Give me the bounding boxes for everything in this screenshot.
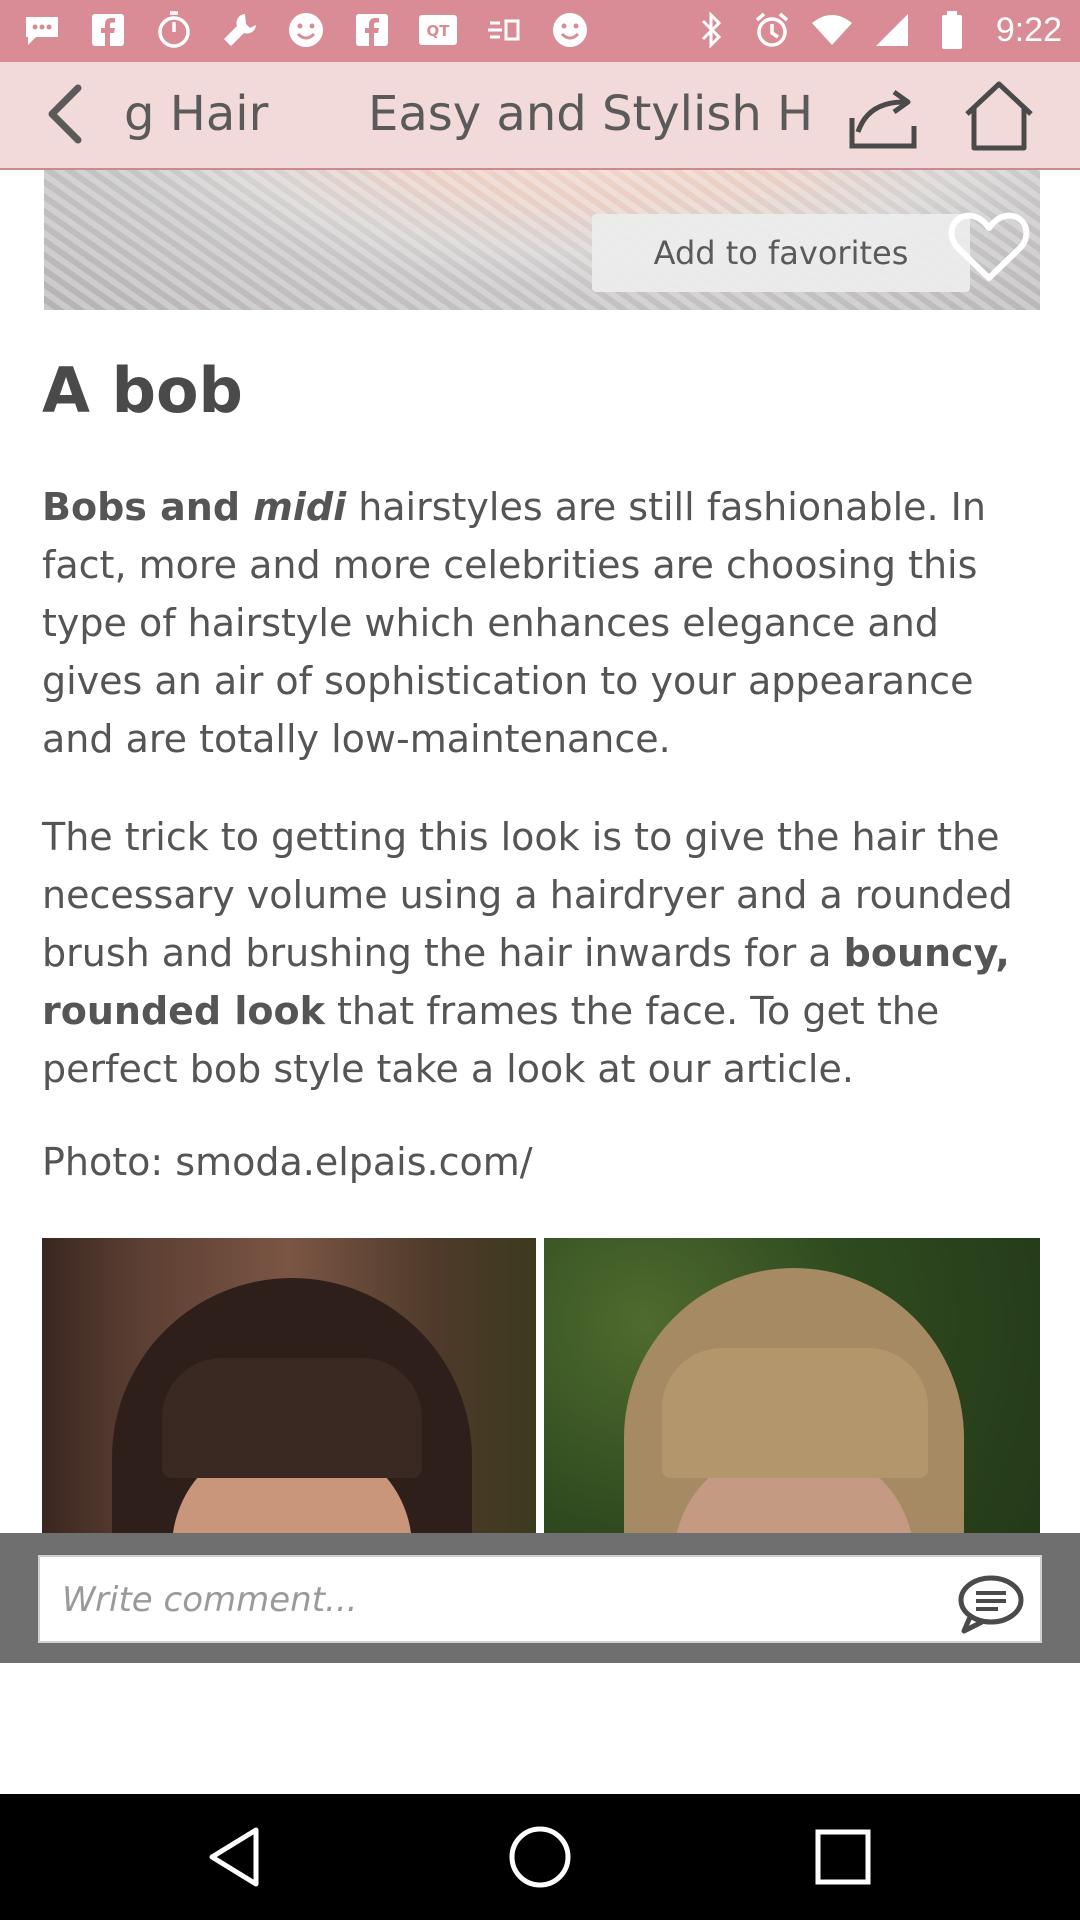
wifi-icon	[810, 8, 854, 52]
page-title: Easy and Stylish Ha	[368, 86, 810, 142]
send-comment-button[interactable]	[956, 1573, 1026, 1635]
tab-previous[interactable]: g Hair	[124, 86, 268, 142]
share-button[interactable]	[846, 82, 920, 152]
chevron-left-icon	[48, 84, 82, 144]
triangle-back-icon	[209, 1827, 259, 1887]
weather-icon	[482, 8, 526, 52]
comment-box	[38, 1555, 1042, 1643]
comment-bar	[0, 1533, 1080, 1663]
svg-text:QT: QT	[427, 22, 451, 40]
smiley-icon	[284, 8, 328, 52]
bluetooth-icon	[690, 8, 734, 52]
status-time: 9:22	[995, 10, 1062, 49]
back-button[interactable]	[36, 82, 100, 146]
status-bar: QT 9:22	[0, 0, 1080, 62]
facebook-icon	[350, 8, 394, 52]
hero-image: Add to favorites	[44, 170, 1040, 310]
chat-bubble-icon	[20, 8, 64, 52]
add-to-favorites-button[interactable]: Add to favorites	[592, 214, 970, 292]
battery-icon	[930, 8, 974, 52]
home-button[interactable]	[962, 80, 1036, 152]
article-paragraph-2: The trick to getting this look is to giv…	[42, 808, 1042, 1098]
navigation-bar	[0, 1794, 1080, 1920]
heart-icon	[948, 212, 1030, 281]
article-paragraph-1: Bobs and midi hairstyles are still fashi…	[42, 478, 1042, 768]
bold-text: Bobs and	[42, 485, 254, 529]
notification-icons: QT	[20, 8, 592, 52]
comment-icon	[958, 1575, 1024, 1634]
qq-icon: QT	[416, 8, 460, 52]
favorite-heart-button[interactable]	[948, 210, 1030, 284]
signal-icon	[870, 8, 914, 52]
alarm-icon	[750, 8, 794, 52]
share-arrow-icon	[849, 89, 917, 149]
app-bar: g Hair Easy and Stylish Ha	[0, 62, 1080, 170]
facebook-icon	[86, 8, 130, 52]
circle-home-icon	[509, 1826, 571, 1888]
home-icon	[965, 81, 1033, 151]
nav-back-button[interactable]	[202, 1822, 272, 1892]
comment-input[interactable]	[60, 1569, 944, 1631]
system-icons: 9:22	[690, 8, 1062, 52]
nav-home-button[interactable]	[505, 1822, 575, 1892]
wrench-icon	[218, 8, 262, 52]
bold-italic-text: midi	[253, 485, 347, 529]
square-recents-icon	[815, 1829, 871, 1885]
nav-recents-button[interactable]	[808, 1822, 878, 1892]
article-heading: A bob	[42, 354, 243, 427]
photo-credit: Photo: smoda.elpais.com/	[42, 1140, 533, 1184]
smiley-icon	[548, 8, 592, 52]
timer-icon	[152, 8, 196, 52]
